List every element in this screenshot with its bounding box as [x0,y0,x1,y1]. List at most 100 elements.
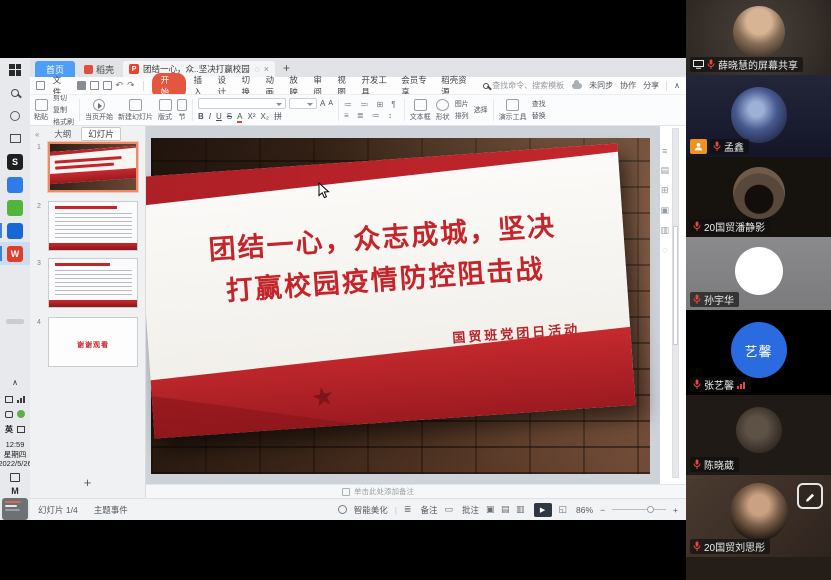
zoom-in-icon[interactable]: + [673,505,678,515]
copy-button[interactable]: 复制 [53,105,74,115]
play-from-current-button[interactable]: 当页开始 [85,97,113,123]
tab-docer[interactable]: 稻壳 [75,61,123,77]
taskbar-search-button[interactable] [0,81,30,104]
more-pane-icon[interactable]: ◌ [662,245,667,255]
taskbar-clock[interactable]: 12:59 星期四 2022/5/26 [0,440,32,469]
textbox-button[interactable]: 文本框 [410,97,431,123]
participant-tile-partial[interactable] [686,557,831,580]
save-icon[interactable] [77,81,86,90]
command-search[interactable]: 查找命令、搜索模板 [483,80,564,91]
list-icons-row[interactable]: ≔ ≕ ⊞ ¶ [344,100,399,109]
grow-font-icon[interactable]: A [320,99,325,108]
edit-pane-icon[interactable]: ⊞ [661,185,669,196]
taskbar-app-green[interactable] [0,196,30,219]
find-button[interactable]: 查找 [532,99,546,109]
hamburger-icon[interactable] [36,81,45,90]
comment-toggle-icon[interactable]: ▭ [444,504,455,515]
phonetic-icon[interactable]: 拼 [274,111,282,122]
notes-toggle[interactable]: 备注 [420,504,437,516]
zoom-level[interactable]: 86% [576,505,593,515]
zoom-slider-knob[interactable] [647,506,654,513]
select-button[interactable]: 选择 [474,105,488,115]
new-slide-button[interactable]: 新建幻灯片 [118,97,153,123]
font-family-select[interactable] [198,98,286,109]
collapse-ribbon-icon[interactable]: ∧ [674,81,680,90]
slide-thumbnail-1[interactable] [48,142,138,192]
participant-tile[interactable]: 陈晓葳 [686,395,831,475]
object-pane-icon[interactable]: ≡ [662,146,667,156]
fit-window-icon[interactable]: ◱ [559,504,570,515]
cortana-button[interactable] [0,104,30,127]
slide-thumbnail-4[interactable]: 谢谢观看 [48,317,138,367]
shrink-font-icon[interactable]: A [328,100,333,107]
undo-icon[interactable]: ↶ [116,80,124,91]
paste-button[interactable]: 粘贴 [34,97,48,123]
task-view-button[interactable] [0,127,30,150]
participant-tile[interactable]: 艺馨 张艺馨 [686,310,831,395]
taskbar-app-blue[interactable] [0,173,30,196]
share-button[interactable]: 分享 [643,80,659,91]
tray-row-1[interactable] [5,392,25,407]
comment-pane-icon[interactable]: ▥ [660,225,669,236]
taskbar-app-dark[interactable]: S [0,150,30,173]
slide-canvas[interactable]: 团结一心，众志成城，坚决 打赢校园疫情防控阻击战 国贸班党团日活动 ★ [146,126,660,484]
slide-thumbnail-2[interactable] [48,201,138,251]
slides-tab[interactable]: 幻灯片 [81,127,121,141]
print-icon[interactable] [90,81,99,90]
outline-tab[interactable]: 大纲 [54,128,71,140]
slideshow-play-button[interactable]: ▶ [534,503,552,517]
taskbar-app-wps[interactable]: W [0,242,30,265]
taskbar-mini-scrollbar[interactable] [6,319,24,324]
annotate-icon[interactable] [797,483,823,509]
font-color-icon[interactable]: A [237,112,242,123]
slide-editing-area[interactable]: 团结一心，众志成城，坚决 打赢校园疫情防控阻击战 国贸班党团日活动 ★ [151,138,650,474]
present-tools-button[interactable]: 演示工具 [499,97,527,123]
bold-icon[interactable]: B [198,112,204,121]
zoom-out-icon[interactable]: − [600,505,605,515]
tray-expand-chevron[interactable]: ∧ [12,378,18,392]
taskbar-app-meeting[interactable] [0,219,30,242]
design-pane-icon[interactable]: ▤ [660,165,669,176]
participant-tile[interactable]: 20国贸刘思彤 [686,475,831,557]
tab-close-icon[interactable]: × [264,64,269,74]
beautify-button[interactable]: 智能美化 [354,504,388,516]
participant-tile-share[interactable]: 薛晓慧的屏幕共享 [686,0,831,75]
strikethrough-icon[interactable]: S [227,112,232,121]
slide-thumbnail-3[interactable] [48,258,138,308]
format-painter-button[interactable]: 格式刷 [53,117,74,126]
scrollbar-handle[interactable] [673,226,678,344]
underline-icon[interactable]: U [216,112,222,121]
shape-button[interactable]: 形状 [436,97,450,123]
comment-toggle[interactable]: 批注 [462,504,479,516]
section-button[interactable]: 节 [177,97,187,123]
add-slide-button[interactable]: + [84,475,92,490]
animation-pane-icon[interactable]: ▣ [660,205,669,216]
notes-toggle-icon[interactable]: ≣ [404,504,414,515]
align-icons-row[interactable]: ≡ ≣ ≔ ↕ [344,111,399,120]
tray-row-2[interactable] [5,407,25,422]
vertical-scrollbar[interactable] [672,128,679,478]
superscript-icon[interactable]: X² [247,112,255,121]
replace-button[interactable]: 替换 [532,111,546,121]
layout-button[interactable]: 版式 [158,97,172,123]
participant-tile[interactable]: 孟鑫 [686,75,831,157]
font-size-select[interactable] [289,98,317,109]
notes-bar[interactable]: 单击此处添加备注 [146,484,686,498]
italic-icon[interactable]: I [209,112,211,121]
collapse-panel-icon[interactable]: « [35,130,39,139]
collaborate-button[interactable]: 协作 [620,80,636,91]
participant-tile[interactable]: 孙宇华 [686,237,831,310]
participant-tile[interactable]: 20国贸潘静影 [686,157,831,237]
redo-icon[interactable]: ↷ [127,80,135,91]
picture-button[interactable]: 图片 [455,99,469,109]
arrange-button[interactable]: 排列 [455,111,469,121]
view-mode-icons[interactable]: ▣ ▤ ▥ [486,504,527,515]
subscript-icon[interactable]: X₂ [260,112,268,121]
zoom-slider[interactable] [612,509,666,510]
export-icon[interactable] [103,81,112,90]
cut-button[interactable]: 剪切 [53,94,74,103]
start-button[interactable] [0,58,30,81]
sync-status[interactable]: 未同步 [589,80,613,91]
news-widget-thumbnail[interactable] [2,498,28,520]
action-center-icon[interactable] [10,473,20,482]
